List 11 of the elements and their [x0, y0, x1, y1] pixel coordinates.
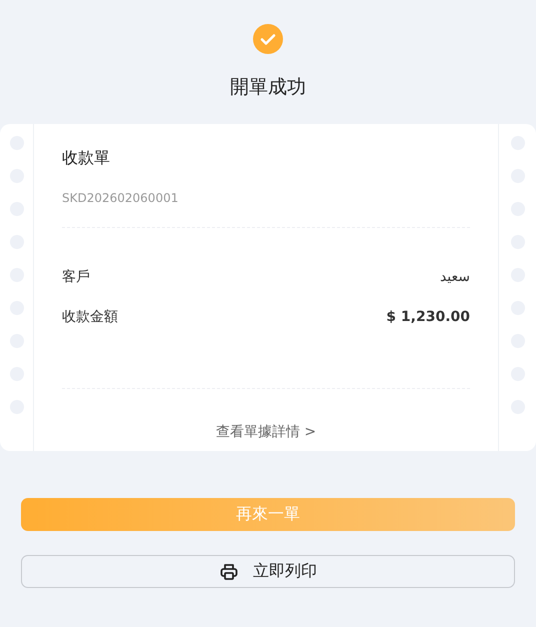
success-check-icon [253, 24, 283, 54]
details-link[interactable]: 查看單據詳情 > [216, 423, 316, 441]
field-label: 收款金額 [62, 308, 118, 326]
success-title: 開單成功 [230, 75, 306, 100]
receipt-title: 收款單 [62, 148, 111, 169]
receipt-number: SKD202602060001 [62, 191, 180, 205]
printer-icon [219, 562, 239, 582]
field-value: سعيد [440, 269, 470, 285]
field-value: $ 1,230.00 [386, 309, 470, 325]
print-button[interactable]: 立即列印 [21, 555, 515, 588]
field-label: 客戶 [62, 268, 90, 286]
